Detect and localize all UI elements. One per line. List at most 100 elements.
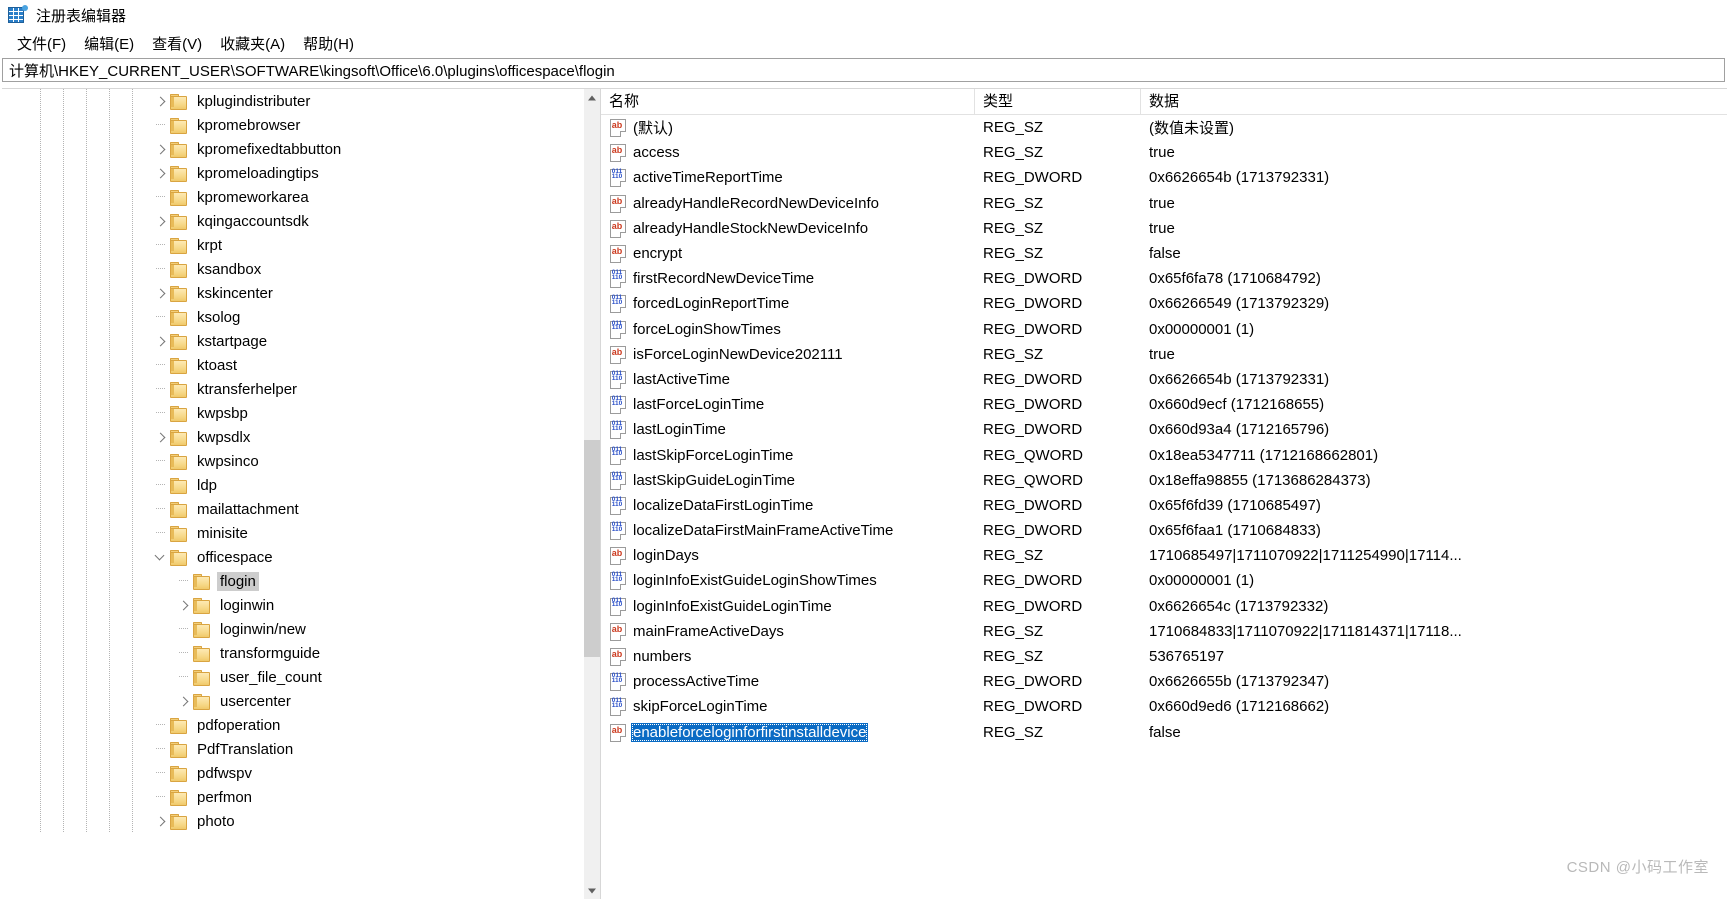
tree-item-user_file_count[interactable]: user_file_count [2,665,584,689]
tree-scrollbar[interactable] [583,89,600,899]
table-row[interactable]: 011 110 loginInfoExistGuideLoginShowTimes R… [601,568,1727,593]
table-row[interactable]: 011 110 lastSkipGuideLoginTime REG_QWORD 0x1… [601,468,1727,493]
tree-item-loginwin[interactable]: loginwin [2,593,584,617]
chevron-right-icon[interactable] [152,809,170,833]
table-row[interactable]: 011 110 loginInfoExistGuideLoginTime REG_DW… [601,594,1727,619]
value-name-cell[interactable]: ab encrypt [601,244,975,264]
value-name-cell[interactable]: 011 110 loginInfoExistGuideLoginShowTimes [601,571,975,591]
tree-item-usercenter[interactable]: usercenter [2,689,584,713]
tree-scrollbar-thumb[interactable] [584,440,600,657]
tree-item-kwpsinco[interactable]: kwpsinco [2,449,584,473]
table-row[interactable]: 011 110 skipForceLoginTime REG_DWORD 0x660d9… [601,694,1727,719]
value-name-cell[interactable]: 011 110 lastActiveTime [601,370,975,389]
column-header-data[interactable]: 数据 [1141,89,1727,114]
chevron-right-icon[interactable] [152,161,170,185]
value-name-cell[interactable]: 011 110 loginInfoExistGuideLoginTime [601,597,975,616]
chevron-down-icon[interactable] [152,545,170,569]
table-row[interactable]: ab access REG_SZ true [601,140,1727,165]
value-name-cell[interactable]: 011 110 processActiveTime [601,672,975,692]
value-name-cell[interactable]: ab loginDays [601,546,975,566]
column-header-type[interactable]: 类型 [975,89,1141,114]
chevron-right-icon[interactable] [152,137,170,161]
registry-tree[interactable]: kplugindistributer kpromebrowser kpromefix… [2,89,584,899]
table-row[interactable]: ab alreadyHandleRecordNewDeviceInfo REG_SZ… [601,191,1727,216]
value-name-cell[interactable]: ab access [601,143,975,163]
tree-item-flogin[interactable]: flogin [2,569,584,593]
tree-item-krpt[interactable]: krpt [2,233,584,257]
value-name-cell[interactable]: ab numbers [601,647,975,667]
tree-item-kqingaccountsdk[interactable]: kqingaccountsdk [2,209,584,233]
value-name-cell[interactable]: 011 110 localizeDataFirstLoginTime [601,496,975,515]
table-row[interactable]: 011 110 lastSkipForceLoginTime REG_QWORD 0x1… [601,442,1727,467]
tree-item-ksolog[interactable]: ksolog [2,305,584,329]
chevron-right-icon[interactable] [175,689,193,713]
table-row[interactable]: ab numbers REG_SZ 536765197 [601,644,1727,669]
tree-item-kstartpage[interactable]: kstartpage [2,329,584,353]
value-name-cell[interactable]: 011 110 lastLoginTime [601,420,975,440]
tree-item-kwpsbp[interactable]: kwpsbp [2,401,584,425]
tree-item-ksandbox[interactable]: ksandbox [2,257,584,281]
value-name-cell[interactable]: 011 110 firstRecordNewDeviceTime [601,269,975,289]
tree-item-kplugindistributer[interactable]: kplugindistributer [2,89,584,113]
value-name-cell[interactable]: 011 110 forceLoginShowTimes [601,320,975,339]
tree-item-transformguide[interactable]: transformguide [2,641,584,665]
tree-item-minisite[interactable]: minisite [2,521,584,545]
menu-edit[interactable]: 编辑(E) [75,31,143,56]
registry-values-list[interactable]: ab (默认) REG_SZ (数值未设置) ab access REG_SZ true 011… [601,115,1727,899]
value-name-cell[interactable]: ab mainFrameActiveDays [601,622,975,641]
value-name-cell[interactable]: ab enableforceloginforfirstinstalldevice [601,722,975,742]
tree-item-kwpsdlx[interactable]: kwpsdlx [2,425,584,449]
tree-item-pdftranslation[interactable]: PdfTranslation [2,737,584,761]
chevron-right-icon[interactable] [152,209,170,233]
tree-item-kpromeworkarea[interactable]: kpromeworkarea [2,185,584,209]
table-row[interactable]: ab alreadyHandleStockNewDeviceInfo REG_SZ t… [601,216,1727,241]
scroll-down-arrow-icon[interactable] [584,882,600,899]
tree-item-pdfoperation[interactable]: pdfoperation [2,713,584,737]
tree-item-ktoast[interactable]: ktoast [2,353,584,377]
tree-item-ldp[interactable]: ldp [2,473,584,497]
chevron-right-icon[interactable] [152,329,170,353]
value-name-cell[interactable]: ab isForceLoginNewDevice202111 [601,345,975,364]
tree-item-ktransferhelper[interactable]: ktransferhelper [2,377,584,401]
value-name-cell[interactable]: 011 110 localizeDataFirstMainFrameActiveTi… [601,521,975,541]
menu-help[interactable]: 帮助(H) [294,31,363,56]
value-name-cell[interactable]: ab alreadyHandleStockNewDeviceInfo [601,219,975,238]
table-row[interactable]: 011 110 firstRecordNewDeviceTime REG_DWORD 0… [601,266,1727,291]
table-row[interactable]: ab encrypt REG_SZ false [601,241,1727,266]
table-row[interactable]: 011 110 lastLoginTime REG_DWORD 0x660d93a4 (… [601,417,1727,442]
table-row[interactable]: 011 110 forcedLoginReportTime REG_DWORD 0x66… [601,291,1727,316]
tree-item-officespace[interactable]: officespace [2,545,584,569]
scroll-up-arrow-icon[interactable] [584,89,600,106]
tree-item-kpromeloadingtips[interactable]: kpromeloadingtips [2,161,584,185]
table-row[interactable]: 011 110 localizeDataFirstLoginTime REG_DWOR… [601,493,1727,518]
value-name-cell[interactable]: 011 110 forcedLoginReportTime [601,294,975,314]
value-name-cell[interactable]: 011 110 activeTimeReportTime [601,168,975,188]
table-row[interactable]: 011 110 activeTimeReportTime REG_DWORD 0x662… [601,165,1727,190]
tree-item-loginwin-new[interactable]: loginwin/new [2,617,584,641]
value-name-cell[interactable]: ab (默认) [601,116,975,139]
table-row[interactable]: 011 110 lastForceLoginTime REG_DWORD 0x660d9… [601,392,1727,417]
chevron-right-icon[interactable] [152,89,170,113]
table-row[interactable]: 011 110 forceLoginShowTimes REG_DWORD 0x0000… [601,317,1727,342]
menu-favorites[interactable]: 收藏夹(A) [211,31,294,56]
value-name-cell[interactable]: ab alreadyHandleRecordNewDeviceInfo [601,194,975,213]
chevron-right-icon[interactable] [152,425,170,449]
menu-file[interactable]: 文件(F) [8,31,75,56]
tree-item-kskincenter[interactable]: kskincenter [2,281,584,305]
address-bar[interactable]: 计算机\HKEY_CURRENT_USER\SOFTWARE\kingsoft\… [2,58,1725,82]
table-row[interactable]: ab (默认) REG_SZ (数值未设置) [601,115,1727,140]
column-header-name[interactable]: 名称 [601,89,975,114]
table-row[interactable]: 011 110 processActiveTime REG_DWORD 0x662665… [601,669,1727,694]
value-name-cell[interactable]: 011 110 skipForceLoginTime [601,697,975,717]
table-row[interactable]: ab enableforceloginforfirstinstalldevice R… [601,720,1727,745]
table-row[interactable]: ab isForceLoginNewDevice202111 REG_SZ true [601,342,1727,367]
tree-item-kpromebrowser[interactable]: kpromebrowser [2,113,584,137]
table-row[interactable]: ab mainFrameActiveDays REG_SZ 1710684833|17… [601,619,1727,644]
tree-item-photo[interactable]: photo [2,809,584,833]
value-name-cell[interactable]: 011 110 lastSkipGuideLoginTime [601,471,975,490]
chevron-right-icon[interactable] [175,593,193,617]
table-row[interactable]: 011 110 localizeDataFirstMainFrameActiveTi… [601,518,1727,543]
chevron-right-icon[interactable] [152,281,170,305]
tree-item-perfmon[interactable]: perfmon [2,785,584,809]
table-row[interactable]: ab loginDays REG_SZ 1710685497|1711070922|1… [601,543,1727,568]
